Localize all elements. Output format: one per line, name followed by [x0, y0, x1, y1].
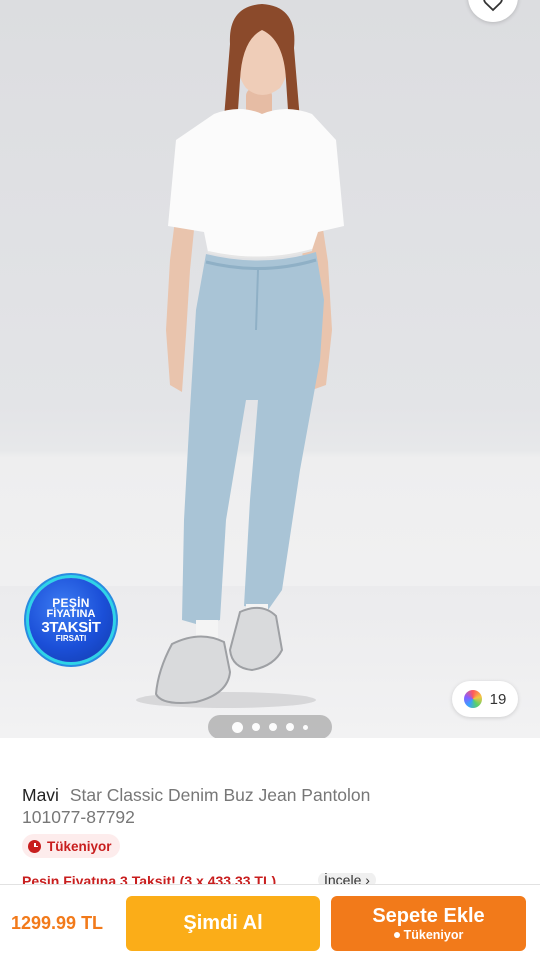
- add-to-cart-button[interactable]: Sepete Ekle Tükeniyor: [331, 896, 526, 951]
- buy-now-button[interactable]: Şimdi Al: [126, 896, 320, 951]
- purchase-bar: 1299.99 TL Şimdi Al Sepete Ekle Tükeniyo…: [0, 884, 540, 960]
- pagination-dot[interactable]: [252, 723, 260, 731]
- pagination-dot[interactable]: [286, 723, 294, 731]
- promo-line-1: PEŞİN: [52, 595, 90, 610]
- bullet-icon: [393, 931, 400, 938]
- product-title: Mavi Star Classic Denim Buz Jean Pantolo…: [22, 784, 522, 806]
- heart-outline-icon: [483, 0, 503, 12]
- product-image-gallery[interactable]: PEŞİN FİYATINA 3TAKSİT FIRSATI 19: [0, 0, 540, 738]
- stock-status-badge: Tükeniyor: [22, 834, 120, 858]
- promo-line-4: FIRSATI: [55, 634, 87, 644]
- add-to-cart-label: Sepete Ekle: [372, 904, 485, 927]
- brand-name[interactable]: Mavi: [22, 785, 59, 805]
- promo-line-3: 3TAKSİT: [41, 619, 101, 636]
- pagination-dot[interactable]: [303, 724, 308, 730]
- clock-icon: [28, 839, 41, 853]
- installment-promo-badge[interactable]: PEŞİN FİYATINA 3TAKSİT FIRSATI: [29, 578, 113, 662]
- add-to-cart-sub-label: Tükeniyor: [403, 927, 464, 942]
- gallery-pagination[interactable]: [208, 715, 332, 738]
- color-palette-icon: [463, 690, 482, 708]
- add-to-cart-stock-note: Tükeniyor: [393, 927, 464, 943]
- color-count: 19: [489, 690, 507, 708]
- product-name: Star Classic Denim Buz Jean Pantolon: [69, 785, 371, 805]
- pagination-dot-active[interactable]: [232, 721, 243, 733]
- stock-status-text: Tükeniyor: [47, 838, 112, 854]
- pagination-dot[interactable]: [269, 723, 277, 731]
- color-options-button[interactable]: 19: [452, 681, 518, 717]
- product-price: 1299.99 TL: [11, 913, 104, 933]
- product-sku: 101077-87792: [22, 807, 135, 827]
